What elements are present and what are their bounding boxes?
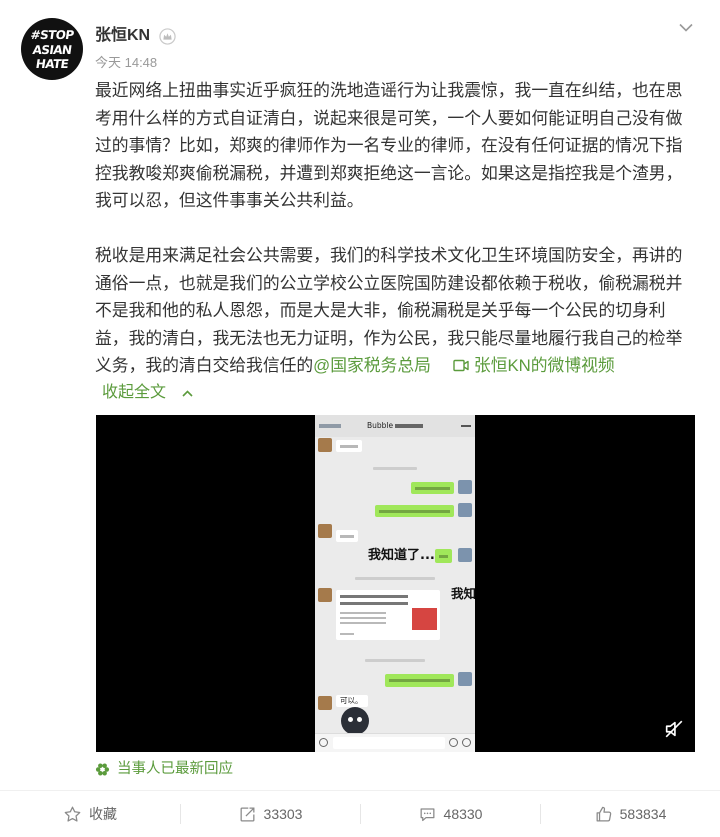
video-link[interactable]: 张恒KN的微博视频: [453, 356, 615, 375]
chat-link-card: [336, 590, 440, 640]
chat-avatar: [458, 503, 472, 517]
like-count: 583834: [619, 806, 667, 822]
card-text: [340, 612, 386, 614]
update-notice-label: 当事人已最新回应: [117, 761, 233, 777]
text-line: 通俗一点，也就是我们的公立学校公立医院国防建设都依赖于税收，偷税漏税并: [95, 273, 683, 293]
chat-bubble-incoming: 可以。: [336, 695, 368, 707]
chat-back-indicator: [319, 424, 341, 428]
chat-avatar: [458, 672, 472, 686]
avatar[interactable]: #STOP ASIAN HATE: [21, 18, 83, 80]
chat-voice-icon: [319, 738, 328, 747]
avatar-text-line: HATE: [34, 57, 70, 71]
chat-sticker: [341, 707, 369, 735]
favorite-label: 收藏: [89, 806, 117, 822]
video-link-label: 张恒KN的微博视频: [473, 356, 615, 375]
chevron-down-icon[interactable]: [678, 21, 694, 33]
card-thumbnail: [412, 608, 437, 630]
avatar-text-line: ASIAN: [31, 42, 73, 57]
like-button[interactable]: 583834: [540, 791, 720, 837]
chat-bubble-outgoing: [435, 549, 452, 563]
card-text: [340, 602, 408, 605]
text-line: 过的事情？比如，郑爽的律师作为一名专业的律师，在没有任何证据的情况下指: [95, 136, 683, 155]
chat-bubble-incoming: [336, 440, 362, 452]
card-text: [340, 633, 354, 635]
favorite-button[interactable]: 收藏: [0, 791, 180, 837]
text-line: 最近网络上扭曲事实近乎疯狂的洗地造谣行为让我震惊，我一直在纠结，也在思: [95, 81, 683, 100]
forward-count: 33303: [263, 806, 303, 822]
video-player[interactable]: Bubble 我知道了... 我知 可以。: [96, 415, 695, 752]
avatar-text-line: #STOP: [29, 28, 75, 42]
sticker-eye: [357, 717, 362, 722]
text-line: 益，我的清白，我无法也无力证明，作为公民，我只能尽量地履行我自己的检举: [95, 328, 683, 348]
mention-link[interactable]: @国家税务总局: [313, 356, 431, 375]
text-line: 考用什么样的方式自证清白，说起来很是可笑，一个人要如何能证明自己没有做: [95, 108, 683, 128]
forward-button[interactable]: 33303: [180, 791, 360, 837]
comment-count: 48330: [443, 806, 483, 822]
chat-avatar: [318, 524, 332, 538]
comment-button[interactable]: 48330: [360, 791, 540, 837]
chat-header: Bubble: [315, 415, 475, 437]
chat-avatar: [318, 588, 332, 602]
chat-input-field: [333, 737, 445, 749]
flower-icon: [95, 762, 110, 777]
chat-bubble-outgoing: [411, 482, 454, 494]
post-text: 最近网络上扭曲事实近乎疯狂的洗地造谣行为让我震惊，我一直在纠结，也在思 考用什么…: [95, 77, 682, 380]
mute-icon[interactable]: [663, 718, 685, 740]
sticker-eye: [348, 717, 353, 722]
chat-timestamp: [373, 467, 417, 470]
card-text: [340, 617, 386, 619]
post-timestamp[interactable]: 今天 14:48: [95, 54, 157, 72]
chat-title: Bubble: [367, 421, 394, 430]
card-text: [340, 622, 386, 624]
text-line: 我可以忍，但这件事事关公共利益。: [95, 191, 364, 210]
text-line: 税收是用来满足社会公共需要，我们的科学技术文化卫生环境国防安全，再讲的: [95, 246, 683, 265]
chat-timestamp: [365, 659, 425, 662]
video-subtitle-echo: 我知: [451, 586, 477, 601]
chat-avatar: [458, 548, 472, 562]
chat-more-icon: [461, 425, 471, 427]
like-icon: [594, 805, 613, 824]
chat-avatar: [318, 696, 332, 710]
card-text: [340, 595, 408, 598]
forward-icon: [238, 805, 257, 824]
update-notice[interactable]: 当事人已最新回应: [95, 759, 233, 780]
chat-title-blur: [395, 424, 423, 428]
video-subtitle: 我知道了...: [368, 548, 435, 563]
text-line: 控我教唆郑爽偷税漏税，并遭到郑爽拒绝这一言论。如果这是指控我是个渣男，: [95, 163, 683, 183]
chat-timestamp: [355, 577, 435, 580]
chat-reply-text: 可以。: [340, 696, 363, 705]
author-name[interactable]: 张恒KN: [95, 26, 150, 46]
comment-icon: [418, 805, 437, 824]
chat-avatar: [458, 480, 472, 494]
chat-emoji-icon: [449, 738, 458, 747]
member-badge-icon[interactable]: [159, 28, 176, 45]
text-fragment: 义务，我的清白交给我信任的: [95, 356, 314, 375]
chat-bubble-incoming: [336, 530, 358, 542]
chat-plus-icon: [462, 738, 471, 747]
collapse-label: 收起全文: [102, 384, 167, 401]
chevron-up-icon: [182, 389, 193, 397]
action-bar: 收藏 33303 48330 583834: [0, 790, 720, 837]
chat-bubble-outgoing: [375, 505, 454, 517]
chat-input-bar: [315, 733, 475, 752]
video-frame-chat-screenshot: Bubble 我知道了... 我知 可以。: [315, 415, 477, 752]
chat-bubble-outgoing: [385, 674, 454, 687]
star-icon: [63, 805, 82, 824]
text-line: 不是我和他的私人恩怨，而是大是大非，偷税漏税是关乎每一个公民的切身利: [95, 301, 666, 320]
chat-avatar: [318, 438, 332, 452]
text-line-closing: 义务，我的清白交给我信任的@国家税务总局 张恒KN的微博视频: [95, 352, 682, 380]
video-link-icon: [453, 353, 469, 372]
collapse-toggle[interactable]: 收起全文: [102, 381, 193, 405]
